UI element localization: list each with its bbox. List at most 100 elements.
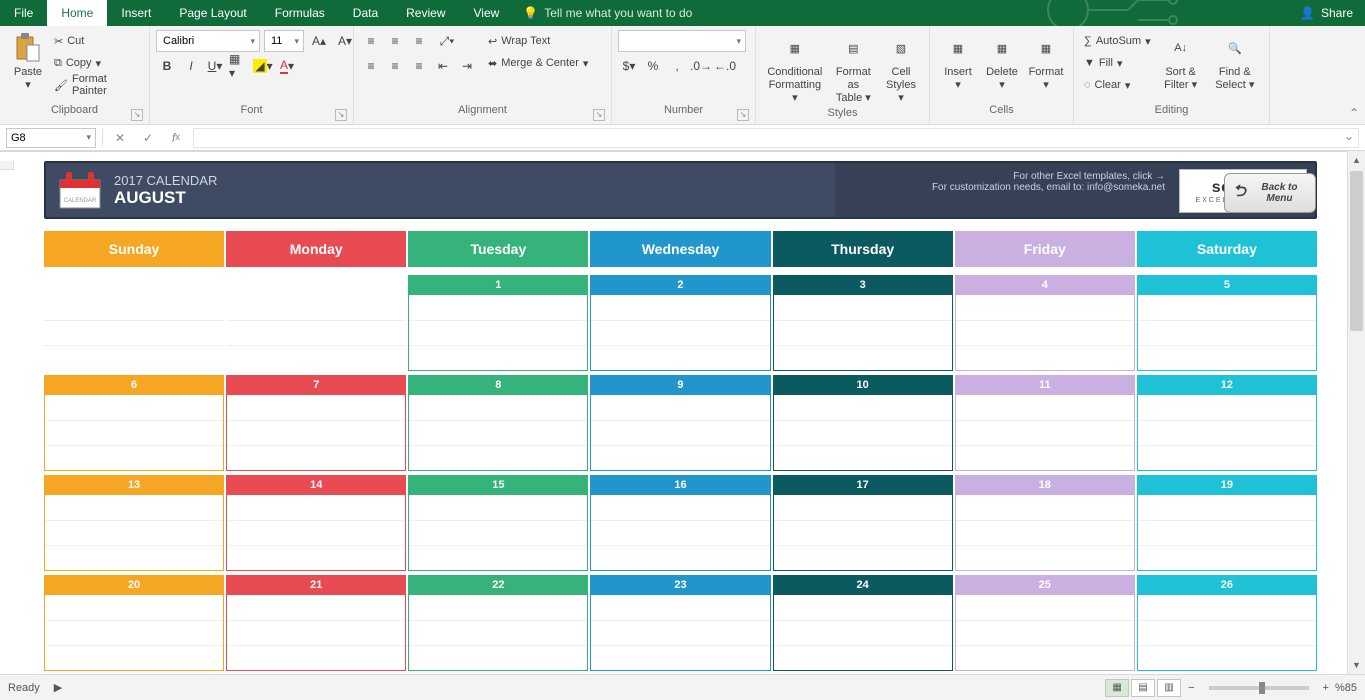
day-body[interactable] [590,295,770,371]
borders-button[interactable]: ▦ ▾ [228,55,250,77]
align-left-button[interactable]: ≡ [360,55,382,77]
day-body[interactable] [773,395,953,471]
autosum-button[interactable]: ∑AutoSum ▾ [1080,30,1155,52]
day-body[interactable] [773,295,953,371]
menu-tab-view[interactable]: View [460,0,514,26]
day-cell[interactable]: 23 [590,575,770,671]
day-cell[interactable]: 11 [955,375,1135,471]
fill-button[interactable]: ▼Fill ▾ [1080,52,1155,74]
name-box[interactable]: G8 [6,128,96,148]
paste-button[interactable]: Paste▾ [6,30,50,94]
day-cell[interactable]: 13 [44,475,224,571]
day-body[interactable] [590,595,770,671]
day-cell[interactable]: 16 [590,475,770,571]
align-bottom-button[interactable]: ≡ [408,30,430,52]
day-cell[interactable]: 2 [590,275,770,371]
currency-button[interactable]: $▾ [618,55,640,77]
day-cell[interactable]: 6 [44,375,224,471]
underline-button[interactable]: U ▾ [204,55,226,77]
menu-tab-file[interactable]: File [0,0,47,26]
day-body[interactable] [408,295,588,371]
day-body[interactable] [1137,295,1317,371]
menu-tab-home[interactable]: Home [47,0,107,26]
align-center-button[interactable]: ≡ [384,55,406,77]
scroll-up-button[interactable]: ▲ [1348,151,1365,169]
day-cell[interactable]: 3 [773,275,953,371]
enter-formula-button[interactable]: ✓ [137,128,159,148]
day-body[interactable] [1137,495,1317,571]
day-body[interactable] [1137,595,1317,671]
decrease-indent-button[interactable]: ⇤ [432,55,454,77]
day-cell[interactable]: 7 [226,375,406,471]
font-size-select[interactable]: 11 [264,30,304,52]
bold-button[interactable]: B [156,55,178,77]
cancel-formula-button[interactable]: ✕ [109,128,131,148]
menu-tab-formulas[interactable]: Formulas [261,0,339,26]
day-cell[interactable]: 22 [408,575,588,671]
decrease-font-button[interactable]: A▾ [334,30,356,52]
align-middle-button[interactable]: ≡ [384,30,406,52]
zoom-level[interactable]: %85 [1335,682,1357,694]
macro-icon[interactable]: ▶ [54,681,62,694]
fill-color-button[interactable]: ◢▾ [252,55,274,77]
day-cell[interactable]: 25 [955,575,1135,671]
conditional-formatting-button[interactable]: ▦Conditional Formatting ▾ [762,30,828,107]
day-body[interactable] [408,395,588,471]
increase-indent-button[interactable]: ⇥ [456,55,478,77]
menu-tab-page-layout[interactable]: Page Layout [165,0,260,26]
select-all-cell[interactable] [0,161,14,170]
find-select-button[interactable]: 🔍Find & Select ▾ [1207,30,1263,94]
comma-button[interactable]: , [666,55,688,77]
increase-font-button[interactable]: A▴ [308,30,330,52]
day-cell[interactable]: 14 [226,475,406,571]
day-cell[interactable]: 18 [955,475,1135,571]
menu-tab-review[interactable]: Review [392,0,459,26]
sort-filter-button[interactable]: A↓Sort & Filter ▾ [1155,30,1207,94]
launcher-icon[interactable]: ↘ [131,109,143,121]
day-body[interactable] [408,595,588,671]
decrease-decimal-button[interactable]: ←.0 [714,55,736,77]
day-body[interactable] [226,495,406,571]
font-color-button[interactable]: A▾ [276,55,298,77]
copy-button[interactable]: ⧉Copy ▾ [50,52,143,74]
day-body[interactable] [590,495,770,571]
merge-center-button[interactable]: ⬌Merge & Center ▾ [484,52,592,74]
delete-button[interactable]: ▦Delete▾ [980,30,1024,94]
day-body[interactable] [44,595,224,671]
day-cell[interactable]: 17 [773,475,953,571]
day-cell[interactable]: 15 [408,475,588,571]
page-break-view-button[interactable]: ▥ [1157,679,1181,697]
align-top-button[interactable]: ≡ [360,30,382,52]
day-body[interactable] [955,295,1135,371]
day-cell[interactable]: 1 [408,275,588,371]
zoom-out-button[interactable]: − [1188,682,1194,694]
vertical-scrollbar[interactable]: ▲ ▼ [1347,151,1365,674]
day-body[interactable] [955,595,1135,671]
tellme[interactable]: 💡 Tell me what you want to do [513,0,702,26]
font-name-select[interactable]: Calibri [156,30,260,52]
zoom-slider[interactable] [1209,686,1309,690]
cut-button[interactable]: ✂Cut [50,30,143,52]
cell-styles-button[interactable]: ▧Cell Styles ▾ [879,30,923,107]
normal-view-button[interactable]: ▦ [1105,679,1129,697]
back-to-menu-button[interactable]: ⮌ Back to Menu [1224,173,1316,213]
day-body[interactable] [226,395,406,471]
align-right-button[interactable]: ≡ [408,55,430,77]
menu-tab-insert[interactable]: Insert [107,0,165,26]
italic-button[interactable]: I [180,55,202,77]
scroll-down-button[interactable]: ▼ [1348,656,1365,674]
day-body[interactable] [955,495,1135,571]
day-cell[interactable]: 4 [955,275,1135,371]
day-cell[interactable]: 26 [1137,575,1317,671]
format-button[interactable]: ▦Format▾ [1024,30,1068,94]
launcher-icon[interactable]: ↘ [593,109,605,121]
collapse-ribbon-button[interactable]: ⌃ [1349,106,1359,120]
format-as-table-button[interactable]: ▤Format as Table ▾ [828,30,879,107]
insert-button[interactable]: ▦Insert▾ [936,30,980,94]
day-cell[interactable]: 12 [1137,375,1317,471]
zoom-in-button[interactable]: + [1323,682,1329,694]
day-body[interactable] [44,395,224,471]
day-cell[interactable]: 24 [773,575,953,671]
day-cell[interactable]: 8 [408,375,588,471]
day-cell[interactable]: 9 [590,375,770,471]
